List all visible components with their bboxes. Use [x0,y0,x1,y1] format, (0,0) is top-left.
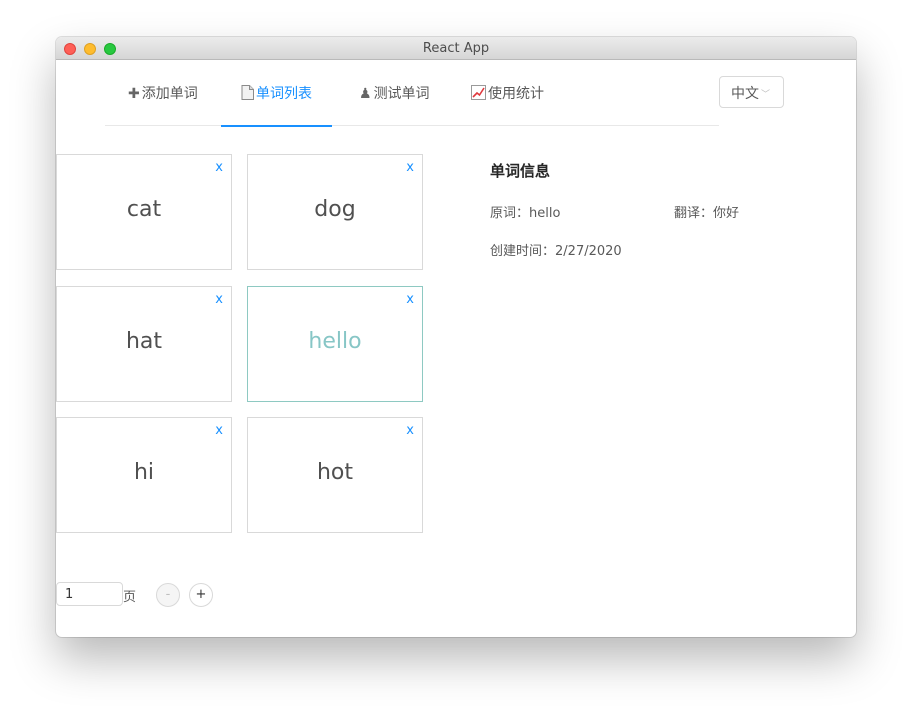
tab-usage-stats[interactable]: 使用统计 [471,60,544,126]
language-select[interactable]: 中文 ﹀ [719,76,784,108]
word-text: hello [308,329,362,354]
top-nav: ✚ 添加单词 单词列表 ♟ 测试单词 使用统计 [105,60,719,127]
translation-label: 翻译： [674,206,714,221]
word-text: hot [316,460,354,485]
word-card[interactable]: x hot [247,417,423,533]
word-text: cat [126,197,162,222]
tab-word-list[interactable]: 单词列表 [221,60,332,127]
chess-pawn-icon: ♟ [359,86,372,102]
word-text: hi [133,460,155,485]
word-card[interactable]: x cat [56,154,232,270]
word-card-selected[interactable]: x hello [247,286,423,402]
word-text: hat [125,329,163,354]
word-detail-panel: 单词信息 原词：hello 翻译：你好 创建时间：2/27/2020 [490,160,830,259]
delete-word-button[interactable]: x [406,160,414,175]
tab-test-words[interactable]: ♟ 测试单词 [359,60,430,126]
document-icon [241,85,254,102]
translation-value: 你好 [713,206,740,221]
chart-increasing-icon [471,85,486,102]
tab-label: 单词列表 [256,86,312,102]
word-card[interactable]: x hat [56,286,232,402]
delete-word-button[interactable]: x [406,292,414,307]
word-text: dog [314,197,356,222]
app-window: React App ✚ 添加单词 单词列表 ♟ 测试单词 使用统计 中文 ﹀ x… [56,37,856,637]
title-bar: React App [56,37,856,60]
created-value: 2/27/2020 [555,244,622,259]
detail-original: 原词：hello [490,202,560,221]
original-label: 原词： [490,206,530,221]
tab-add-word[interactable]: ✚ 添加单词 [128,60,198,126]
original-value: hello [529,206,561,221]
delete-word-button[interactable]: x [215,292,223,307]
word-card[interactable]: x dog [247,154,423,270]
created-label: 创建时间： [490,244,556,259]
window-title: React App [422,41,490,56]
language-select-value: 中文 [731,86,759,102]
word-card[interactable]: x hi [56,417,232,533]
tab-label: 使用统计 [488,86,544,102]
tab-label: 测试单词 [373,86,430,102]
delete-word-button[interactable]: x [215,160,223,175]
plus-icon: ✚ [128,86,140,102]
app-content: ✚ 添加单词 单词列表 ♟ 测试单词 使用统计 中文 ﹀ x cat x dog… [56,60,856,637]
prev-page-button[interactable]: - [156,583,180,607]
delete-word-button[interactable]: x [406,423,414,438]
tab-label: 添加单词 [141,86,198,102]
page-number-input[interactable] [56,582,123,606]
chevron-down-icon: ﹀ [761,90,771,100]
delete-word-button[interactable]: x [215,423,223,438]
detail-created: 创建时间：2/27/2020 [490,240,622,259]
next-page-button[interactable]: + [189,583,213,607]
detail-heading: 单词信息 [490,162,551,180]
detail-translation: 翻译：你好 [674,202,739,221]
page-unit-label: 页 [123,590,137,605]
